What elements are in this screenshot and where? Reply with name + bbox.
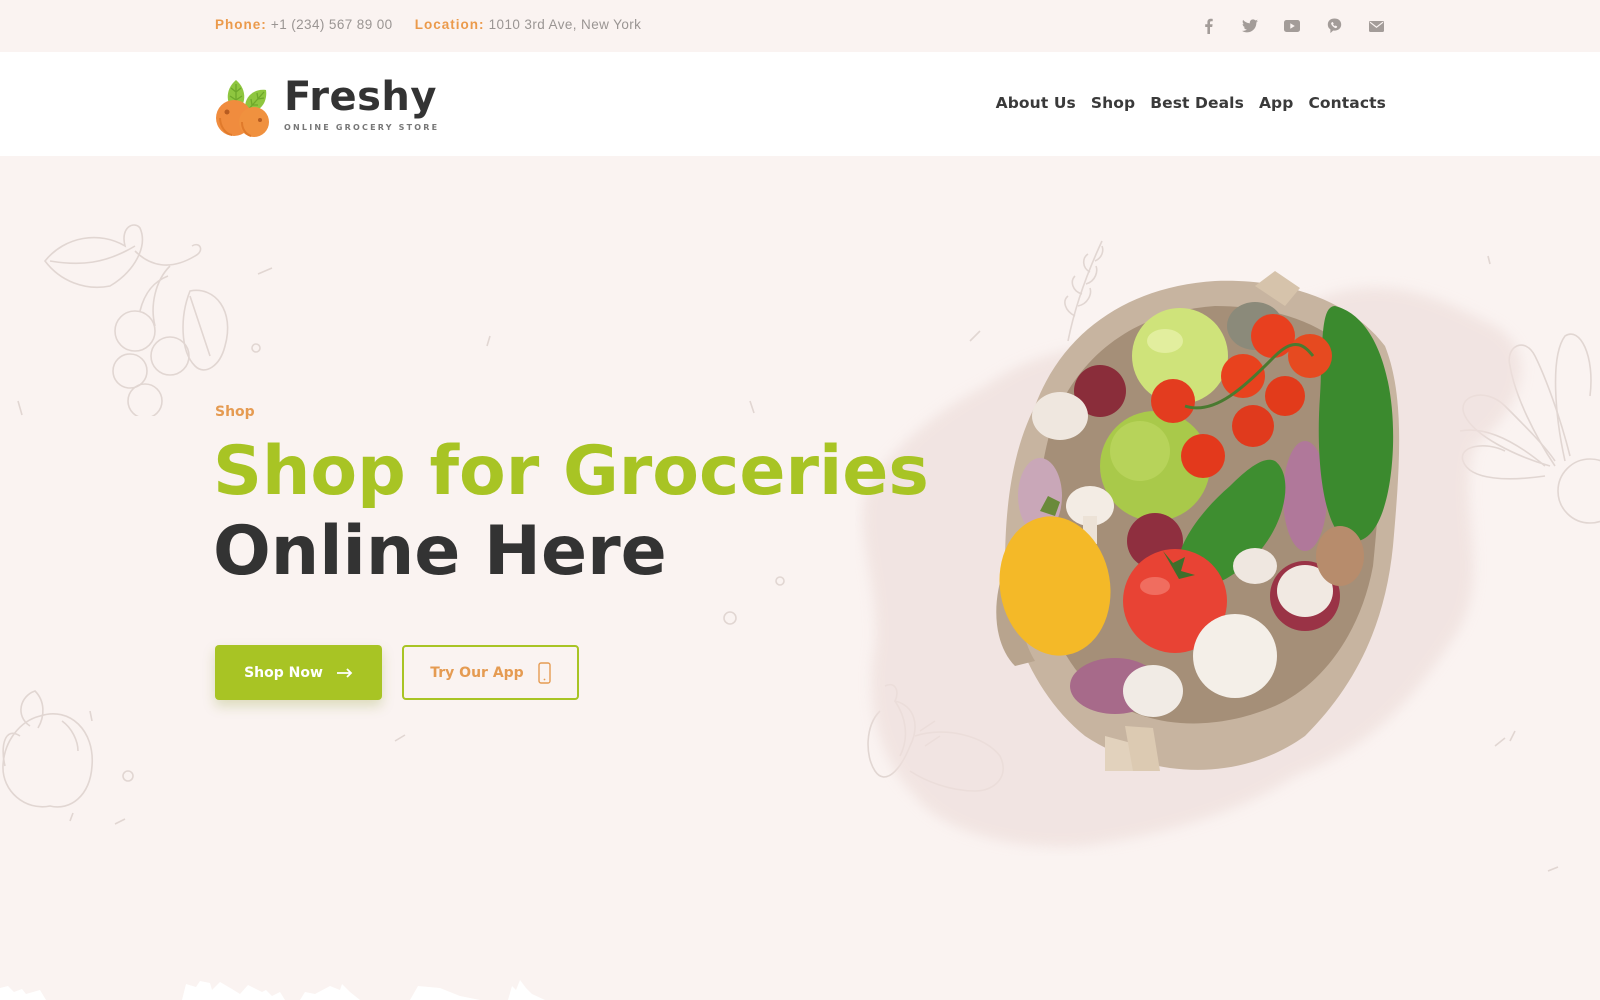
logo-name: Freshy — [284, 73, 437, 120]
hero-title-line2: Online Here — [213, 512, 667, 591]
mail-icon[interactable] — [1366, 16, 1386, 36]
hero-section: Shop Shop for Groceries Online Here Shop… — [0, 156, 1600, 1000]
logo-tagline: ONLINE GROCERY STORE — [284, 122, 440, 132]
try-our-app-label: Try Our App — [430, 664, 524, 681]
hero-title: Shop for Groceries Online Here — [213, 432, 929, 592]
nav-contacts[interactable]: Contacts — [1308, 94, 1386, 112]
shop-now-button[interactable]: Shop Now — [215, 645, 382, 700]
logo-fruit-icon — [214, 70, 272, 138]
location-value: 1010 3rd Ave, New York — [488, 17, 642, 32]
shop-now-label: Shop Now — [244, 664, 323, 681]
arrow-right-icon — [336, 667, 353, 678]
vegetable-bag-image — [996, 271, 1400, 771]
facebook-icon[interactable] — [1198, 16, 1218, 36]
nav-about-us[interactable]: About Us — [996, 94, 1076, 112]
top-bar: Phone: +1 (234) 567 89 00 Location: 1010… — [0, 0, 1600, 52]
torn-paper-edge — [0, 980, 1600, 1000]
viber-icon[interactable] — [1324, 16, 1344, 36]
social-links — [1198, 16, 1386, 36]
smartphone-icon — [538, 661, 551, 684]
nav-best-deals[interactable]: Best Deals — [1150, 94, 1244, 112]
main-nav: About Us Shop Best Deals App Contacts — [996, 94, 1386, 112]
phone-value[interactable]: +1 (234) 567 89 00 — [271, 17, 393, 32]
main-header: Freshy ONLINE GROCERY STORE About Us Sho… — [0, 52, 1600, 156]
location-label: Location: — [414, 17, 485, 32]
logo[interactable]: Freshy ONLINE GROCERY STORE — [214, 70, 439, 138]
phone-label: Phone: — [215, 17, 267, 32]
twitter-icon[interactable] — [1240, 16, 1260, 36]
nav-app[interactable]: App — [1259, 94, 1294, 112]
contact-info: Phone: +1 (234) 567 89 00 Location: 1010… — [215, 17, 641, 32]
hero-title-line1: Shop for Groceries — [213, 432, 929, 511]
try-our-app-button[interactable]: Try Our App — [402, 645, 579, 700]
youtube-icon[interactable] — [1282, 16, 1302, 36]
nav-shop[interactable]: Shop — [1091, 94, 1135, 112]
hero-eyebrow[interactable]: Shop — [215, 404, 255, 420]
